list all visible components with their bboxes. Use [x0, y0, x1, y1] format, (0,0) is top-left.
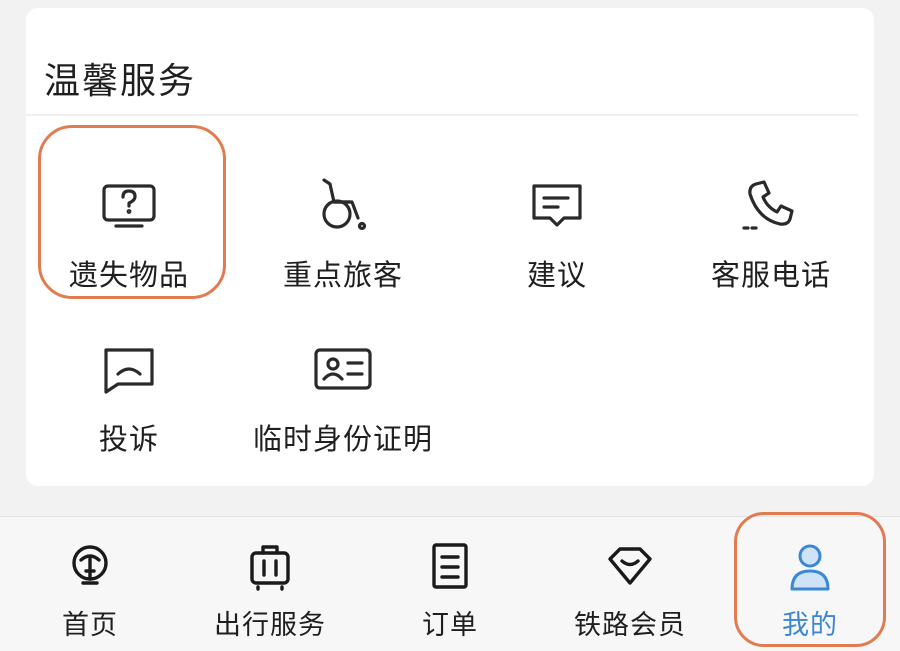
person-icon: [784, 541, 836, 593]
luggage-icon: [244, 541, 296, 593]
diamond-icon: [604, 541, 656, 593]
tab-label: 铁路会员: [574, 610, 686, 641]
service-label: 建议: [526, 258, 587, 292]
id-card-icon: [310, 336, 376, 402]
tab-railway-membership[interactable]: 铁路会员: [540, 517, 720, 651]
service-label: 临时身份证明: [252, 422, 433, 456]
tab-mine[interactable]: 我的: [720, 517, 900, 651]
service-lost-items[interactable]: 遗失物品: [24, 150, 234, 292]
service-complaint[interactable]: 投诉: [24, 314, 234, 456]
service-label: 遗失物品: [68, 258, 189, 292]
service-label: 投诉: [98, 422, 159, 456]
order-document-icon: [424, 541, 476, 593]
tab-label: 出行服务: [214, 610, 326, 641]
service-temporary-id[interactable]: 临时身份证明: [238, 314, 448, 456]
tab-home[interactable]: 首页: [0, 517, 180, 651]
wheelchair-icon: [310, 172, 376, 238]
sad-message-icon: [96, 336, 162, 402]
tab-travel-services[interactable]: 出行服务: [180, 517, 360, 651]
service-suggestion[interactable]: 建议: [452, 150, 662, 292]
bottom-tab-bar: 首页 出行服务 订单 铁路会员 我的: [0, 516, 900, 651]
railway-logo-icon: [64, 541, 116, 593]
service-hotline[interactable]: 客服电话: [666, 150, 876, 292]
tab-label: 首页: [62, 610, 118, 641]
title-divider: [26, 114, 858, 116]
service-label: 客服电话: [710, 258, 831, 292]
tab-orders[interactable]: 订单: [360, 517, 540, 651]
question-box-icon: [96, 172, 162, 238]
tab-label: 订单: [422, 610, 478, 641]
services-title: 温馨服务: [44, 61, 197, 102]
phone-icon: [738, 172, 804, 238]
message-lines-icon: [524, 172, 590, 238]
service-priority-passengers[interactable]: 重点旅客: [238, 150, 448, 292]
tab-label: 我的: [782, 610, 838, 641]
service-label: 重点旅客: [282, 258, 403, 292]
